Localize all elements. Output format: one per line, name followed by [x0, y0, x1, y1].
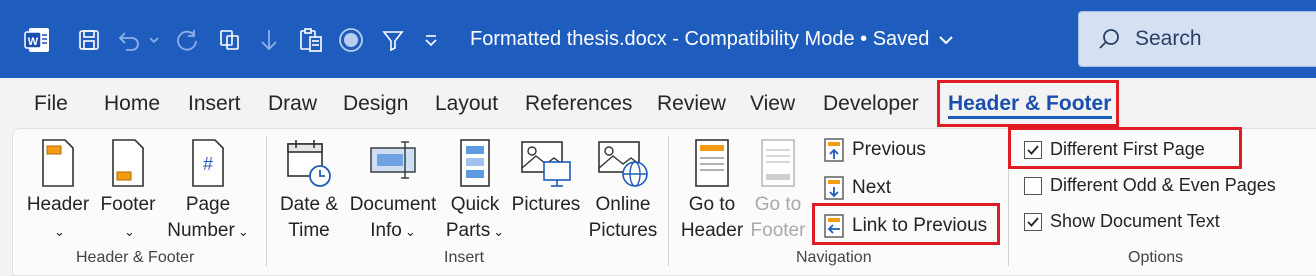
show-document-text-checkbox[interactable]: Show Document Text — [1024, 211, 1220, 232]
copy-icon[interactable] — [214, 24, 244, 56]
document-info-label-line2: Info — [370, 220, 402, 241]
previous-section-icon — [824, 138, 844, 162]
show-document-text-label: Show Document Text — [1050, 211, 1220, 231]
online-picture-icon — [598, 141, 648, 187]
footer-button[interactable]: Footer ⌄ — [96, 138, 160, 245]
page-number-button[interactable]: # Page Number ⌄ — [160, 138, 256, 245]
go-to-footer-label-line2: Footer — [750, 220, 806, 241]
document-title-text: Formatted thesis.docx - Compatibility Mo… — [470, 28, 930, 50]
highlight-box-tab — [937, 80, 1119, 127]
record-icon[interactable] — [336, 24, 366, 56]
different-odd-even-label: Different Odd & Even Pages — [1050, 175, 1276, 195]
header-icon — [42, 139, 74, 187]
group-label-navigation: Navigation — [796, 249, 872, 266]
go-to-footer-button[interactable]: Go to Footer — [746, 138, 810, 244]
clipboard-icon[interactable] — [296, 24, 326, 56]
previous-label: Previous — [852, 139, 926, 160]
picture-icon — [521, 141, 571, 187]
tab-review[interactable]: Review — [657, 92, 726, 116]
pictures-label: Pictures — [511, 194, 581, 215]
group-separator — [266, 136, 267, 266]
go-to-footer-icon — [761, 139, 795, 187]
page-number-icon: # — [192, 139, 224, 187]
online-pictures-label-line1: Online — [595, 194, 651, 215]
date-time-button[interactable]: Date & Time — [276, 138, 342, 244]
tab-insert[interactable]: Insert — [188, 92, 241, 116]
highlight-box-link-to-previous — [812, 203, 1000, 245]
quick-parts-label-line2: Parts — [445, 220, 491, 241]
next-section-icon — [824, 176, 844, 200]
tab-file[interactable]: File — [34, 92, 68, 116]
next-label: Next — [852, 177, 892, 198]
go-to-header-label-line2: Header — [680, 220, 744, 241]
chevron-down-icon: ⌄ — [237, 224, 249, 239]
search-box[interactable]: Search — [1078, 11, 1316, 67]
title-bar: W Formatted thesis.docx - Compatibility … — [0, 0, 1316, 78]
group-label-options: Options — [1128, 249, 1184, 266]
footer-label: Footer — [100, 194, 156, 215]
quick-parts-label-line1: Quick — [450, 194, 500, 215]
calendar-clock-icon — [287, 140, 331, 187]
highlight-box-different-first-page — [1008, 127, 1242, 169]
tab-view[interactable]: View — [750, 92, 795, 116]
document-info-button[interactable]: Document Info ⌄ — [346, 138, 440, 245]
different-odd-even-checkbox[interactable]: Different Odd & Even Pages — [1024, 175, 1276, 196]
tab-home[interactable]: Home — [104, 92, 160, 116]
undo-icon[interactable] — [114, 24, 144, 56]
online-pictures-label-line2: Pictures — [588, 220, 658, 241]
online-pictures-button[interactable]: Online Pictures — [586, 138, 660, 244]
header-label: Header — [26, 194, 90, 215]
date-time-label-line2: Time — [288, 220, 330, 241]
chevron-down-icon: ⌄ — [404, 224, 416, 239]
filter-icon[interactable] — [378, 24, 408, 56]
redo-icon[interactable] — [172, 24, 202, 56]
quick-parts-icon — [460, 139, 490, 187]
footer-icon — [112, 139, 144, 187]
group-label-header-footer: Header & Footer — [76, 249, 195, 266]
page-number-label-line1: Page — [185, 194, 231, 215]
pictures-button[interactable]: Pictures — [510, 138, 582, 218]
previous-button[interactable]: Previous — [822, 137, 926, 163]
tab-developer[interactable]: Developer — [823, 92, 919, 116]
arrow-down-icon[interactable] — [254, 24, 284, 56]
svg-text:#: # — [203, 154, 213, 174]
save-icon[interactable] — [74, 24, 104, 56]
go-to-header-icon — [695, 139, 729, 187]
quick-parts-button[interactable]: Quick Parts ⌄ — [444, 138, 506, 245]
customize-quick-access-icon[interactable] — [418, 24, 444, 56]
undo-dropdown-icon[interactable] — [144, 24, 164, 56]
group-label-insert: Insert — [444, 249, 485, 266]
tab-draw[interactable]: Draw — [268, 92, 317, 116]
header-button[interactable]: Header ⌄ — [26, 138, 90, 245]
svg-text:W: W — [28, 36, 39, 48]
chevron-down-icon: ⌄ — [124, 224, 135, 239]
checkbox-unchecked-icon — [1024, 176, 1042, 195]
tab-design[interactable]: Design — [343, 92, 408, 116]
chevron-down-icon — [939, 35, 954, 44]
tab-references[interactable]: References — [525, 92, 632, 116]
chevron-down-icon: ⌄ — [54, 224, 65, 239]
search-label: Search — [1135, 27, 1202, 50]
document-info-label-line1: Document — [349, 194, 437, 215]
go-to-header-button[interactable]: Go to Header — [678, 138, 746, 244]
date-time-label-line1: Date & — [279, 194, 339, 215]
document-title[interactable]: Formatted thesis.docx - Compatibility Mo… — [470, 28, 955, 51]
chevron-down-icon: ⌄ — [493, 224, 505, 239]
checkbox-checked-icon — [1024, 212, 1042, 231]
next-button[interactable]: Next — [822, 175, 891, 201]
group-separator — [668, 136, 669, 266]
page-number-label-line2: Number — [167, 220, 235, 241]
go-to-header-label-line1: Go to — [688, 194, 736, 215]
go-to-footer-label-line1: Go to — [754, 194, 802, 215]
tab-layout[interactable]: Layout — [435, 92, 498, 116]
document-info-icon — [370, 141, 416, 179]
word-app-icon[interactable]: W — [22, 24, 52, 56]
search-icon — [1099, 29, 1119, 49]
